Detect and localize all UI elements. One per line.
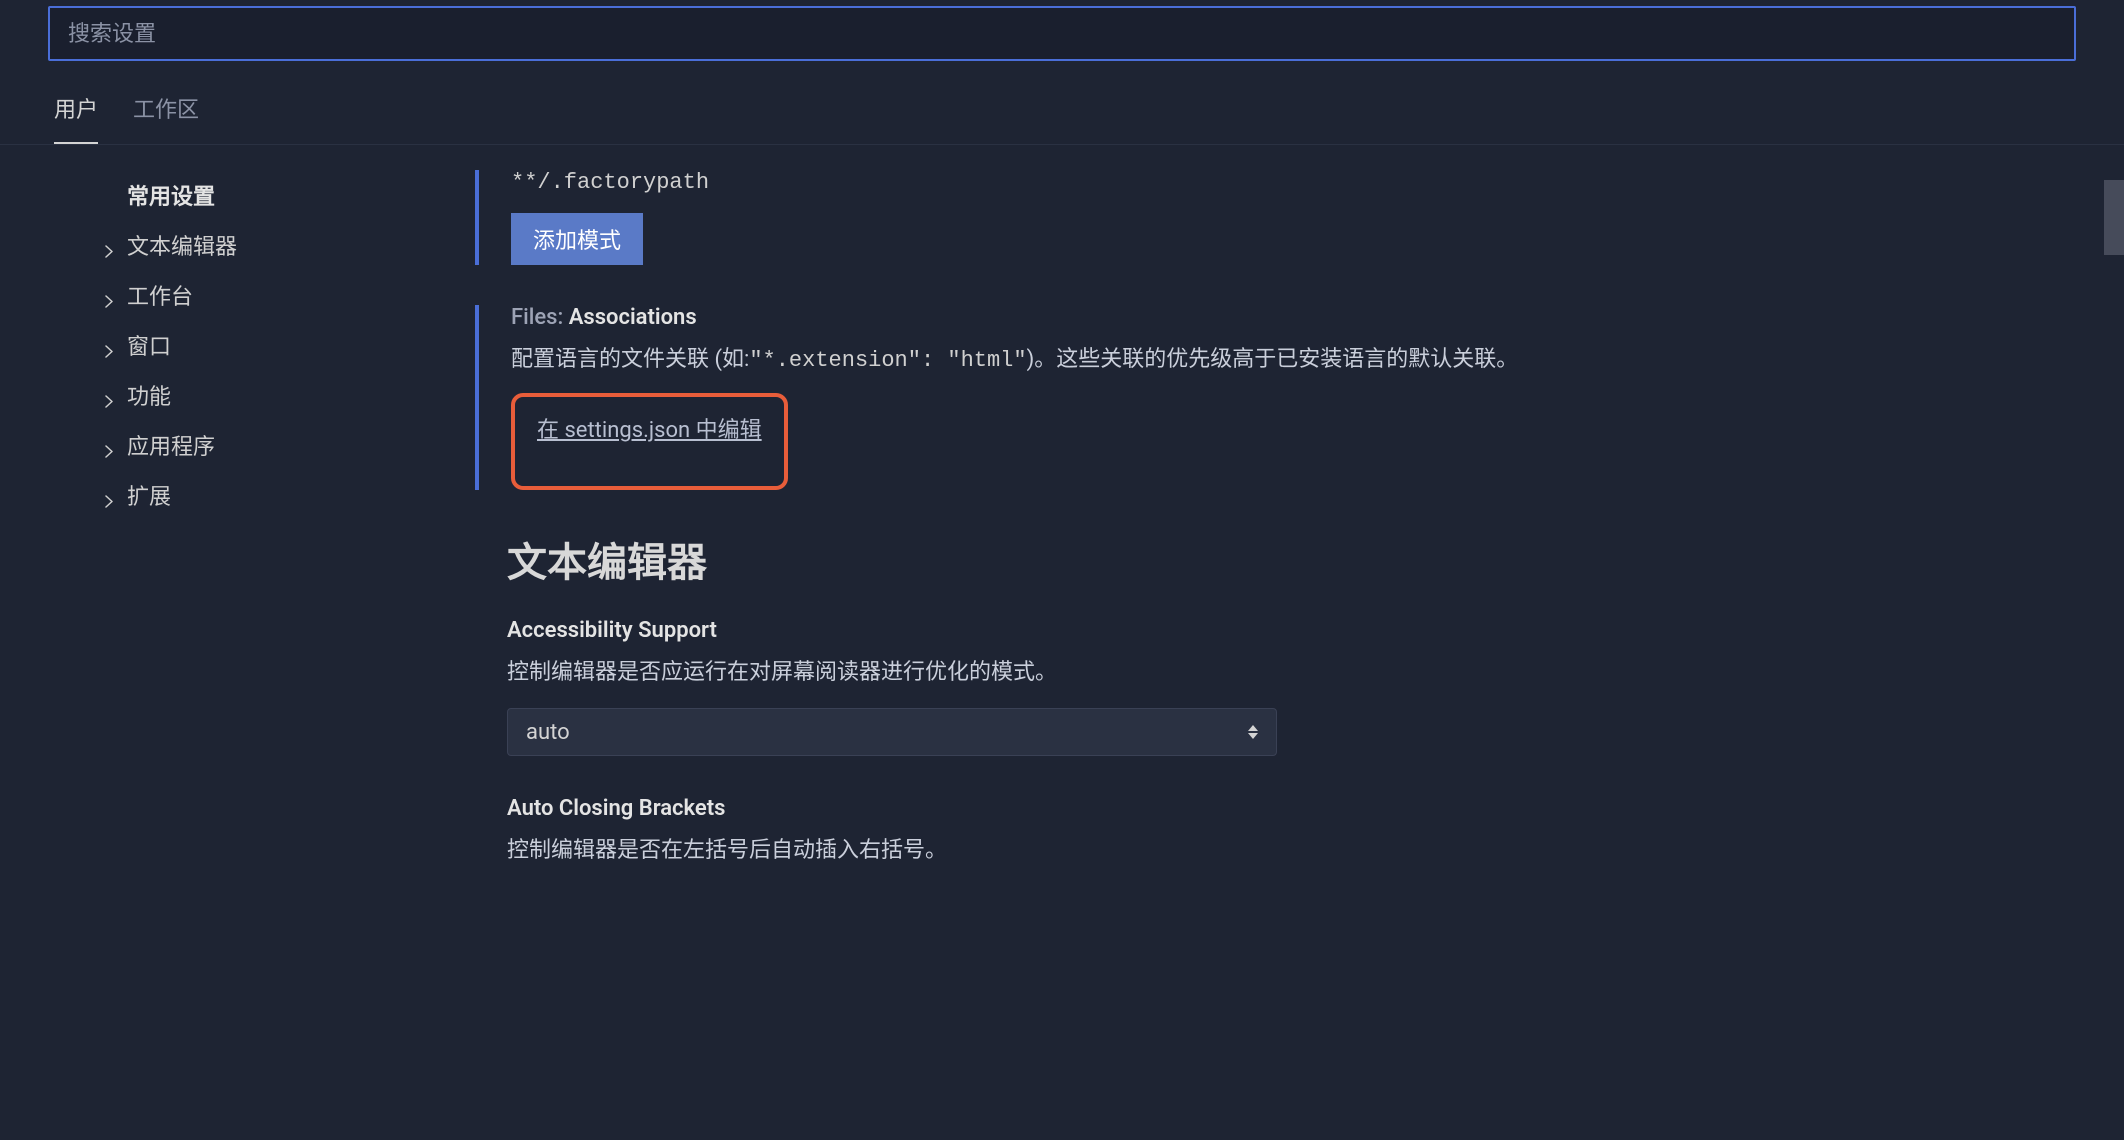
setting-title-name: Associations <box>569 305 697 330</box>
tab-user[interactable]: 用户 <box>54 92 98 144</box>
edit-link-highlight: 在 settings.json 中编辑 <box>511 393 788 490</box>
setting-title-prefix: Files: <box>511 305 563 330</box>
add-pattern-button[interactable]: 添加模式 <box>511 213 643 265</box>
chevron-right-icon <box>105 439 117 451</box>
sidebar-item-workbench[interactable]: 工作台 <box>105 270 475 320</box>
scrollbar-thumb[interactable] <box>2104 180 2124 255</box>
sidebar-item-label: 功能 <box>127 379 171 411</box>
select-arrows-icon <box>1248 725 1258 739</box>
settings-main-content: **/.factorypath 添加模式 Files: Associations… <box>475 170 2124 1130</box>
setting-files-exclude: **/.factorypath 添加模式 <box>475 170 2074 265</box>
sidebar-item-label: 文本编辑器 <box>127 229 237 261</box>
search-settings-input[interactable] <box>48 6 2076 61</box>
section-heading-text-editor: 文本编辑器 <box>507 530 2074 588</box>
setting-description: 配置语言的文件关联 (如:"*.extension": "html")。这些关联… <box>511 342 2074 378</box>
sidebar-item-label: 窗口 <box>127 329 171 361</box>
chevron-right-icon <box>105 239 117 251</box>
settings-tabs: 用户 工作区 <box>0 67 2124 145</box>
sidebar-item-label: 应用程序 <box>127 429 215 461</box>
chevron-right-icon <box>105 489 117 501</box>
setting-label: Accessibility Support <box>507 618 2074 643</box>
chevron-right-icon <box>105 339 117 351</box>
setting-label: Auto Closing Brackets <box>507 796 2074 821</box>
accessibility-support-select[interactable]: auto <box>507 708 1277 756</box>
sidebar-item-features[interactable]: 功能 <box>105 370 475 420</box>
setting-files-associations: Files: Associations 配置语言的文件关联 (如:"*.exte… <box>475 305 2074 490</box>
sidebar-item-text-editor[interactable]: 文本编辑器 <box>105 220 475 270</box>
settings-sidebar: 常用设置 文本编辑器 工作台 窗口 功能 <box>0 170 475 1130</box>
sidebar-item-extensions[interactable]: 扩展 <box>105 470 475 520</box>
chevron-right-icon <box>105 289 117 301</box>
setting-description: 控制编辑器是否应运行在对屏幕阅读器进行优化的模式。 <box>507 655 2074 690</box>
edit-in-settings-json-link[interactable]: 在 settings.json 中编辑 <box>537 418 762 443</box>
chevron-right-icon <box>105 389 117 401</box>
sidebar-item-label: 工作台 <box>127 279 193 311</box>
setting-auto-closing-brackets: Auto Closing Brackets 控制编辑器是否在左括号后自动插入右括… <box>475 796 2074 868</box>
exclude-pattern-value: **/.factorypath <box>511 170 2074 195</box>
setting-accessibility-support: Accessibility Support 控制编辑器是否应运行在对屏幕阅读器进… <box>475 618 2074 756</box>
sidebar-item-label: 扩展 <box>127 479 171 511</box>
sidebar-item-window[interactable]: 窗口 <box>105 320 475 370</box>
sidebar-item-application[interactable]: 应用程序 <box>105 420 475 470</box>
setting-description: 控制编辑器是否在左括号后自动插入右括号。 <box>507 833 2074 868</box>
tab-workspace[interactable]: 工作区 <box>133 92 199 144</box>
setting-title: Files: Associations <box>511 305 2074 330</box>
select-value: auto <box>526 720 570 745</box>
sidebar-common-settings[interactable]: 常用设置 <box>105 170 475 220</box>
